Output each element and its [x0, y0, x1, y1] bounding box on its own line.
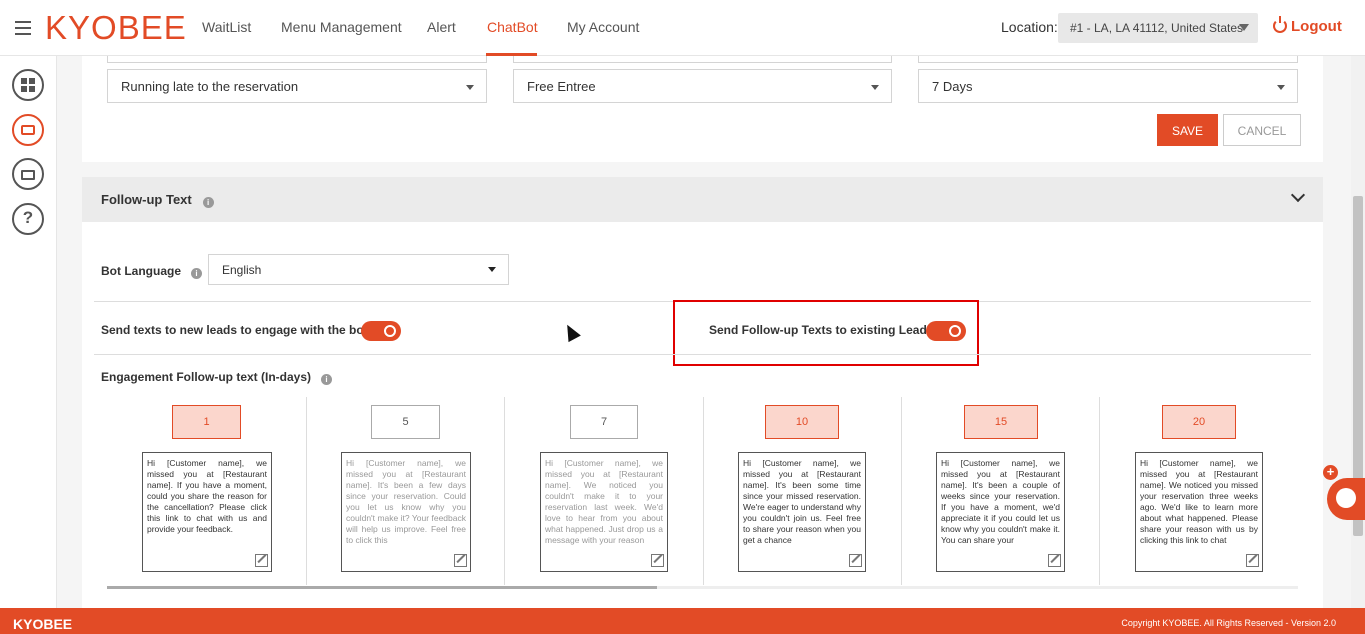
active-nav-indicator — [486, 53, 537, 56]
power-icon — [1273, 16, 1287, 33]
edit-icon[interactable] — [849, 554, 862, 567]
left-sidebar: ? — [0, 56, 57, 608]
chevron-down-icon — [488, 267, 496, 272]
message-card: Hi [Customer name], we missed you at [Re… — [738, 452, 866, 572]
location-label: Location: — [1001, 19, 1058, 35]
bot-language-value: English — [222, 263, 262, 277]
message-text: Hi [Customer name], we missed you at [Re… — [346, 458, 466, 545]
column-divider — [306, 397, 307, 585]
edit-icon[interactable] — [255, 554, 268, 567]
cancel-button[interactable]: CANCEL — [1223, 114, 1301, 146]
robot-icon[interactable] — [12, 114, 44, 146]
column-divider — [1099, 397, 1100, 585]
horizontal-scrollbar-thumb[interactable] — [107, 586, 657, 589]
edit-icon[interactable] — [1048, 554, 1061, 567]
nav-my-account[interactable]: My Account — [567, 19, 639, 35]
message-card: Hi [Customer name], we missed you at [Re… — [142, 452, 272, 572]
app-logo[interactable]: KYOBEE — [45, 9, 187, 47]
column-divider — [703, 397, 704, 585]
help-icon[interactable]: ? — [12, 203, 44, 235]
info-icon[interactable]: i — [191, 268, 203, 279]
logout-button[interactable]: Logout — [1273, 16, 1342, 35]
nav-alert[interactable]: Alert — [427, 19, 456, 35]
nav-chatbot[interactable]: ChatBot — [487, 19, 538, 35]
day-input[interactable]: 20 — [1162, 405, 1236, 439]
chat-widget-icon[interactable] — [1327, 478, 1365, 520]
edit-icon[interactable] — [454, 554, 467, 567]
divider — [94, 354, 1311, 355]
new-leads-label: Send texts to new leads to engage with t… — [101, 323, 368, 337]
info-icon[interactable]: i — [321, 374, 333, 385]
day-input[interactable]: 5 — [371, 405, 440, 439]
column-divider — [504, 397, 505, 585]
location-select[interactable]: #1 - LA, LA 41112, United States — [1058, 13, 1258, 43]
message-card: Hi [Customer name], we missed you at [Re… — [936, 452, 1065, 572]
cake-icon[interactable] — [12, 158, 44, 190]
dashboard-icon[interactable] — [12, 69, 44, 101]
nav-waitlist[interactable]: WaitList — [202, 19, 251, 35]
duration-value: 7 Days — [932, 79, 973, 94]
day-input[interactable]: 1 — [172, 405, 241, 439]
message-text: Hi [Customer name], we missed you at [Re… — [147, 458, 267, 534]
nav-menu-management[interactable]: Menu Management — [281, 19, 402, 35]
message-text: Hi [Customer name], we missed you at [Re… — [1140, 458, 1258, 545]
edit-icon[interactable] — [651, 554, 664, 567]
footer-logo: KYOBEE — [13, 616, 73, 632]
vertical-scrollbar[interactable] — [1351, 56, 1365, 608]
top-navbar: KYOBEE WaitList Menu Management Alert Ch… — [0, 0, 1365, 56]
new-leads-toggle[interactable] — [361, 321, 401, 341]
save-button[interactable]: SAVE — [1157, 114, 1218, 146]
reason-value: Running late to the reservation — [121, 79, 299, 94]
message-text: Hi [Customer name], we missed you at [Re… — [545, 458, 663, 545]
followup-section-header[interactable]: Follow-up Text i — [82, 177, 1323, 222]
day-input[interactable]: 7 — [570, 405, 638, 439]
info-icon[interactable]: i — [202, 197, 214, 208]
reason-select[interactable]: Running late to the reservation — [107, 69, 487, 103]
message-card: Hi [Customer name], we missed you at [Re… — [540, 452, 668, 572]
column-divider — [901, 397, 902, 585]
plus-icon[interactable]: + — [1323, 465, 1338, 480]
offer-select[interactable]: Free Entree — [513, 69, 892, 103]
collapse-chevron-icon[interactable] — [1290, 187, 1306, 203]
message-text: Hi [Customer name], we missed you at [Re… — [743, 458, 861, 545]
section-title: Follow-up Text i — [101, 192, 214, 208]
location-value: #1 - LA, LA 41112, United States — [1070, 21, 1244, 35]
hamburger-menu-icon[interactable] — [15, 21, 31, 35]
footer: KYOBEE Copyright KYOBEE. All Rights Rese… — [0, 608, 1365, 634]
highlight-box — [673, 300, 979, 366]
chevron-down-icon — [466, 85, 474, 90]
bot-language-select[interactable]: English — [208, 254, 509, 285]
chevron-down-icon — [1277, 85, 1285, 90]
logout-label: Logout — [1291, 18, 1342, 35]
engagement-label: Engagement Follow-up text (In-days) i — [101, 370, 333, 385]
day-input[interactable]: 10 — [765, 405, 839, 439]
chevron-down-icon — [871, 85, 879, 90]
duration-select[interactable]: 7 Days — [918, 69, 1298, 103]
chevron-down-icon — [1239, 24, 1249, 31]
day-input[interactable]: 15 — [964, 405, 1038, 439]
message-text: Hi [Customer name], we missed you at [Re… — [941, 458, 1060, 545]
bot-language-label: Bot Language i — [101, 264, 203, 279]
message-card: Hi [Customer name], we missed you at [Re… — [1135, 452, 1263, 572]
offer-value: Free Entree — [527, 79, 596, 94]
footer-copyright: Copyright KYOBEE. All Rights Reserved - … — [1121, 618, 1336, 628]
message-card: Hi [Customer name], we missed you at [Re… — [341, 452, 471, 572]
edit-icon[interactable] — [1246, 554, 1259, 567]
